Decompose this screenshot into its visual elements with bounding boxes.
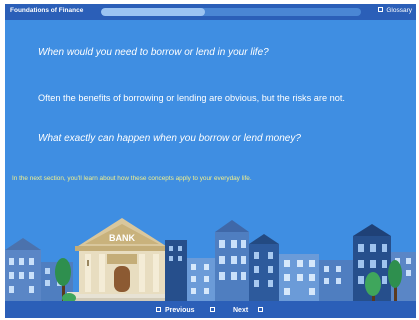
building-mid-2 <box>187 258 215 305</box>
progress-bar-fill <box>101 8 205 16</box>
progress-bar <box>101 8 361 16</box>
building-mid-4 <box>249 234 279 305</box>
glossary-button[interactable]: Glossary <box>378 7 412 14</box>
building-left-1 <box>5 238 41 305</box>
building-mid-3 <box>215 220 249 305</box>
menu-button[interactable] <box>210 307 219 314</box>
previous-label: Previous <box>165 307 195 314</box>
city-scene-illustration: BANK <box>5 218 416 305</box>
bottom-nav-bar: Previous Next <box>5 305 416 318</box>
next-button[interactable]: Next <box>233 307 264 314</box>
bank-building: BANK <box>63 218 179 304</box>
building-right-1 <box>319 260 353 305</box>
top-bar: Foundations of Finance Glossary <box>5 4 416 20</box>
building-mid-1 <box>165 240 187 305</box>
lesson-frame: Foundations of Finance Glossary When wou… <box>5 4 416 318</box>
statement-benefits-risks: Often the benefits of borrowing or lendi… <box>38 93 345 103</box>
square-icon <box>378 7 384 12</box>
building-mid-5 <box>279 254 319 305</box>
question-what-can-happen: What exactly can happen when you borrow … <box>38 133 301 144</box>
square-icon <box>258 307 264 312</box>
bank-sign: BANK <box>109 233 135 243</box>
square-icon <box>156 307 161 312</box>
question-borrow-or-lend: When would you need to borrow or lend in… <box>38 47 269 58</box>
course-title: Foundations of Finance <box>10 7 84 14</box>
square-icon <box>210 307 215 312</box>
next-label: Next <box>233 307 249 314</box>
previous-button[interactable]: Previous <box>156 307 195 314</box>
glossary-label: Glossary <box>386 7 412 14</box>
next-section-note: In the next section, you'll learn about … <box>12 175 252 182</box>
